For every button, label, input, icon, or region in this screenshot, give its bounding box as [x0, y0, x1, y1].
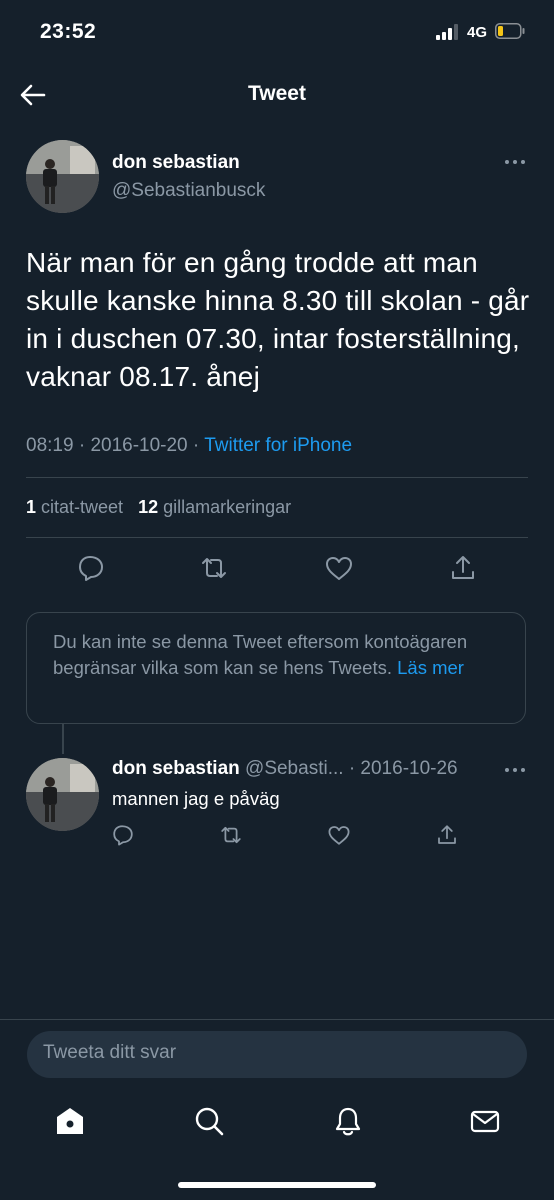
heart-icon[interactable] — [324, 553, 354, 583]
reply-header: don sebastian @Sebasti... · 2016-10-26 — [112, 758, 458, 779]
share-icon[interactable] — [435, 823, 459, 847]
tweet-stats: 1 citat-tweet 12 gillamarkeringar — [26, 497, 291, 518]
reply-author-handle[interactable]: @Sebasti... — [245, 758, 344, 779]
home-icon[interactable] — [54, 1105, 86, 1137]
tweet-time: 08:19 — [26, 435, 74, 456]
like-count[interactable]: 12 — [138, 497, 158, 517]
author-avatar[interactable] — [26, 140, 99, 213]
signal-icon — [436, 24, 458, 40]
reply-date: 2016-10-26 — [360, 758, 458, 779]
author-name[interactable]: don sebastian — [112, 152, 240, 174]
tweet-source[interactable]: Twitter for iPhone — [204, 435, 352, 456]
heart-icon[interactable] — [327, 823, 351, 847]
divider — [0, 1019, 554, 1020]
more-horizontal-icon[interactable] — [503, 154, 527, 170]
divider — [26, 477, 528, 478]
tweet-text: När man för en gång trodde att man skull… — [26, 247, 530, 392]
tweet-meta: 08:19 · 2016-10-20 · Twitter for iPhone — [26, 435, 353, 456]
share-icon[interactable] — [448, 553, 478, 583]
author-handle[interactable]: @Sebastianbusck — [112, 180, 265, 202]
page-title: Tweet — [248, 82, 306, 105]
bell-icon[interactable] — [332, 1105, 364, 1137]
reply-icon[interactable] — [111, 823, 135, 847]
retweet-icon[interactable] — [219, 823, 243, 847]
quote-count[interactable]: 1 — [26, 497, 36, 517]
restricted-tweet-notice: Du kan inte se denna Tweet eftersom kont… — [26, 612, 526, 724]
retweet-icon[interactable] — [199, 553, 229, 583]
status-time: 23:52 — [40, 20, 97, 43]
battery-icon — [495, 23, 525, 39]
more-horizontal-icon[interactable] — [503, 762, 527, 778]
reply-author-avatar[interactable] — [26, 758, 99, 831]
reply-author-name[interactable]: don sebastian — [112, 758, 240, 779]
like-label[interactable]: gillamarkeringar — [163, 497, 291, 517]
thread-line — [62, 724, 64, 754]
network-type: 4G — [467, 24, 488, 41]
reply-input[interactable]: Tweeta ditt svar — [27, 1031, 527, 1078]
search-icon[interactable] — [193, 1105, 225, 1137]
reply-icon[interactable] — [76, 553, 106, 583]
mail-icon[interactable] — [469, 1105, 501, 1137]
quote-label[interactable]: citat-tweet — [41, 497, 123, 517]
tweet-date: 2016-10-20 — [90, 435, 188, 456]
home-indicator[interactable] — [178, 1182, 376, 1188]
reply-text: mannen jag e påväg — [112, 788, 280, 809]
read-more-link[interactable]: Läs mer — [397, 657, 464, 678]
divider — [26, 537, 528, 538]
